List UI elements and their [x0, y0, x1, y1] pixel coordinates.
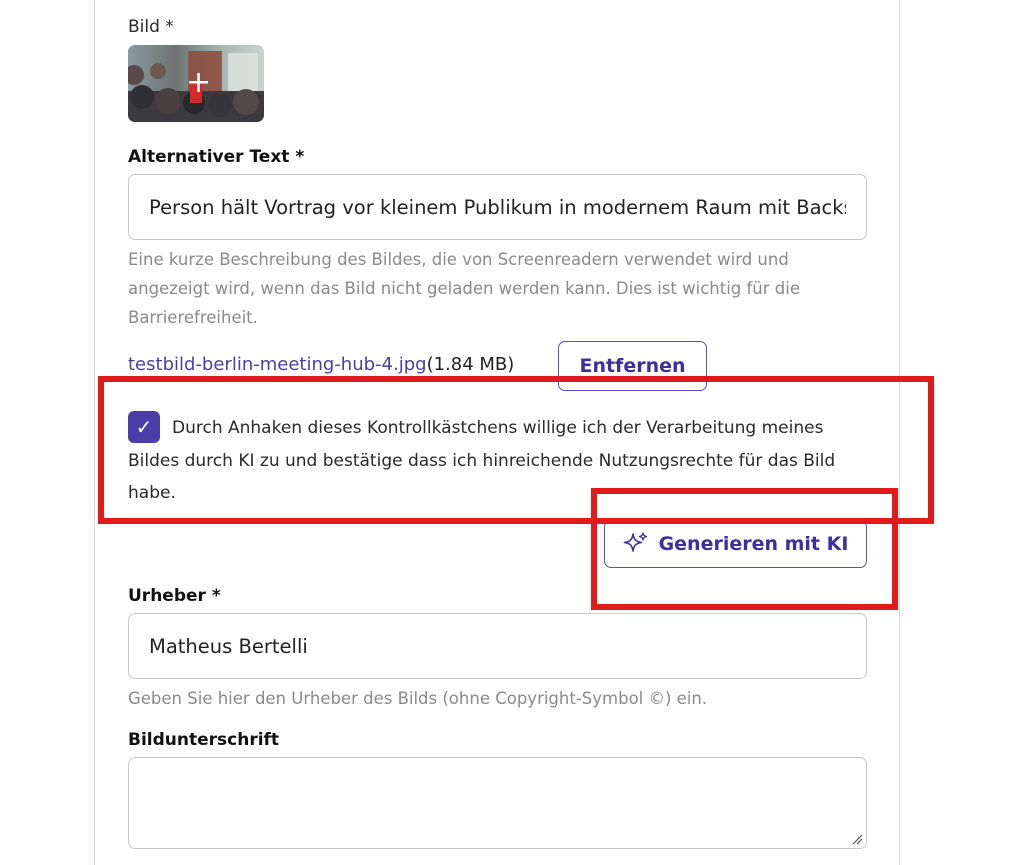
alt-text-input[interactable] — [128, 174, 867, 240]
consent-text: Durch Anhaken dieses Kontrollkästchens w… — [128, 418, 836, 503]
file-info: testbild-berlin-meeting-hub-4.jpg(1.84 M… — [128, 352, 514, 378]
author-label: Urheber * — [128, 586, 221, 606]
caption-label: Bildunterschrift — [128, 730, 280, 750]
resize-handle-icon[interactable] — [851, 833, 863, 845]
generate-ai-button[interactable]: Generieren mit KI — [604, 520, 867, 568]
sparkle-icon — [623, 532, 647, 552]
consent-checkbox[interactable]: ✓ — [128, 411, 160, 443]
image-label: Bild * — [128, 17, 174, 37]
author-input[interactable] — [128, 613, 867, 679]
plus-icon: + — [186, 65, 212, 100]
author-help: Geben Sie hier den Urheber des Bilds (oh… — [128, 689, 708, 708]
image-thumbnail[interactable]: + — [128, 45, 264, 122]
caption-textarea[interactable] — [128, 757, 867, 849]
consent-block: ✓ Durch Anhaken dieses Kontrollkästchens … — [128, 411, 858, 510]
file-size: (1.84 MB) — [426, 354, 515, 375]
alt-text-label: Alternativer Text * — [128, 147, 305, 167]
alt-text-help: Eine kurze Beschreibung des Bildes, die … — [128, 250, 800, 327]
file-link[interactable]: testbild-berlin-meeting-hub-4.jpg — [128, 354, 427, 375]
remove-button[interactable]: Entfernen — [558, 341, 707, 391]
checkmark-icon: ✓ — [135, 415, 153, 439]
generate-label: Generieren mit KI — [658, 533, 849, 555]
